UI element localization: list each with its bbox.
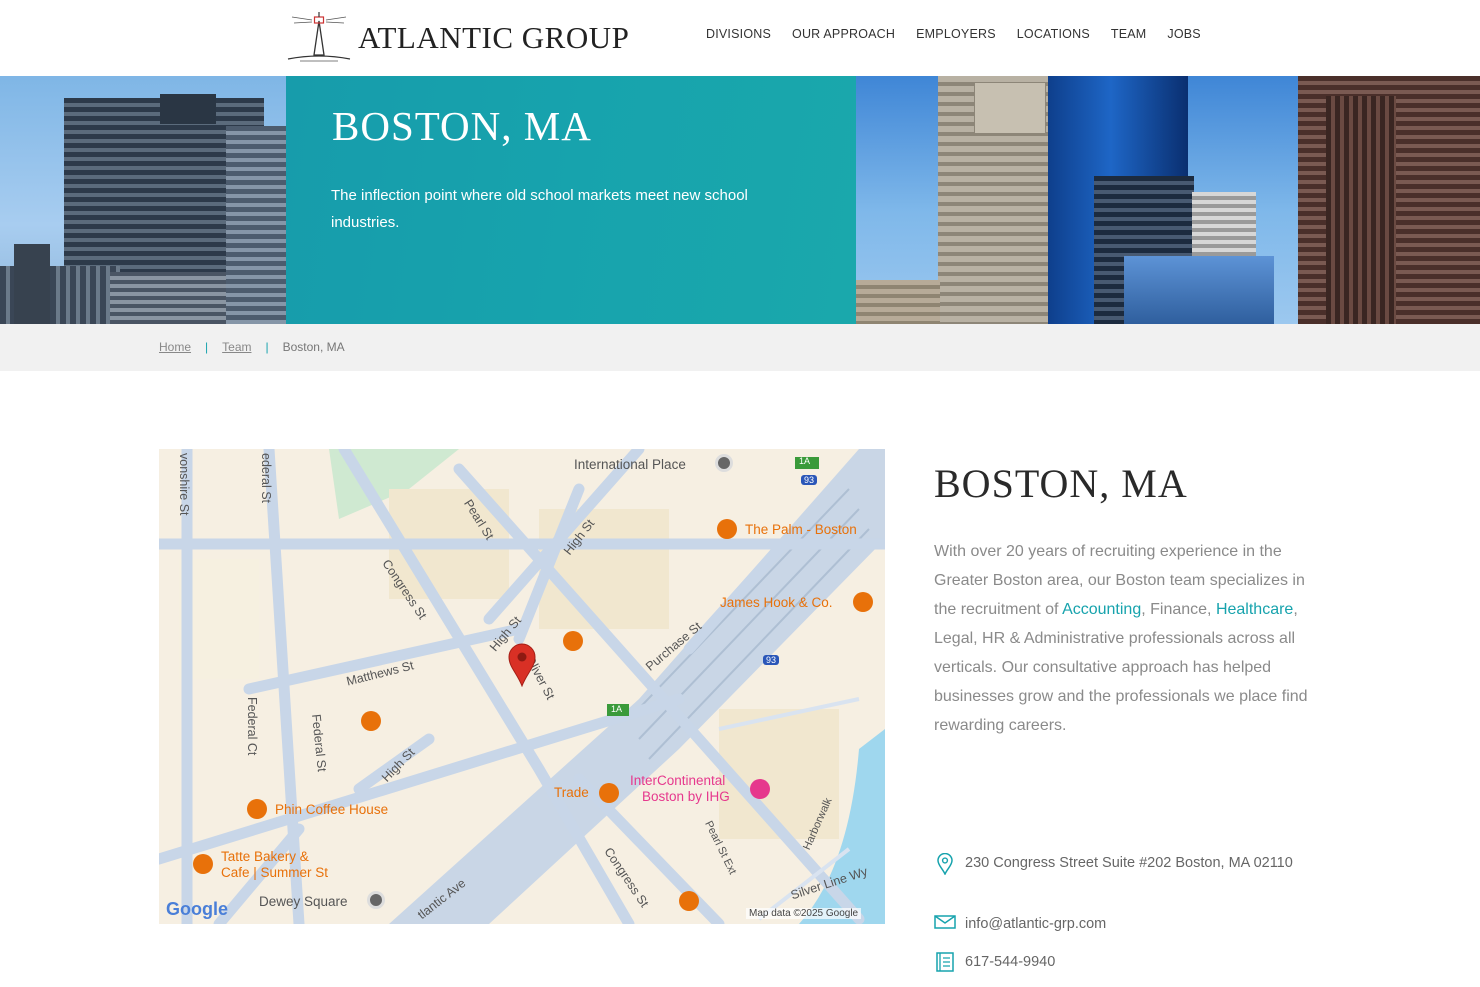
hero-panel: BOSTON, MA The inflection point where ol… [286,76,856,324]
nav-team[interactable]: TEAM [1111,27,1147,41]
nav-locations[interactable]: LOCATIONS [1017,27,1090,41]
map-label-tatte-bakery[interactable]: Tatte Bakery & [221,849,309,864]
google-logo[interactable]: Google [166,899,228,920]
breadcrumb-home[interactable]: Home [159,340,191,354]
restaurant-icon [599,783,619,803]
transit-icon [715,454,733,472]
nav-divisions[interactable]: DIVISIONS [706,27,771,41]
map-label-tatte-bakery-line2[interactable]: Cafe | Summer St [221,865,328,880]
breadcrumb-separator: | [265,340,269,354]
description-text: , Legal, HR & Administrative professiona… [934,601,1308,734]
map-label-dewey-square[interactable]: Dewey Square [259,894,348,909]
map-label-the-palm[interactable]: The Palm - Boston [745,522,857,537]
hero-banner: BOSTON, MA The inflection point where ol… [0,76,1480,324]
hotel-icon [750,779,770,799]
contact-phone: 617-544-9940 [934,952,1055,972]
hero-title: BOSTON, MA [332,103,592,149]
map-attribution[interactable]: Map data ©2025 Google [746,908,862,919]
accounting-link[interactable]: Accounting [1062,601,1141,618]
address-text: 230 Congress Street Suite #202 Boston, M… [965,855,1293,871]
hero-subtitle: The inflection point where old school ma… [331,187,748,231]
logo-text: ATLANTIC GROUP [358,20,630,55]
nav-our-approach[interactable]: OUR APPROACH [792,27,895,41]
breadcrumb-bar: Home | Team | Boston, MA [0,324,1480,371]
breadcrumb-team[interactable]: Team [222,340,251,354]
location-description: With over 20 years of recruiting experie… [934,537,1324,740]
city-skyline-image-left [0,76,286,324]
transit-icon [367,891,385,909]
cafe-icon [247,799,267,819]
bar-icon [563,631,583,651]
envelope-icon [934,914,956,930]
logo[interactable]: ATLANTIC GROUP [286,8,629,66]
route-93-shield: 93 [801,475,818,485]
map-label-phin-coffee-house[interactable]: Phin Coffee House [275,802,388,817]
email-link[interactable]: info@atlantic-grp.com [965,914,1106,934]
contact-email: info@atlantic-grp.com [934,914,1106,934]
map-label-international-place[interactable]: International Place [574,457,686,472]
phone-book-icon [934,952,956,972]
nav-employers[interactable]: EMPLOYERS [916,27,996,41]
main-nav: DIVISIONS OUR APPROACH EMPLOYERS LOCATIO… [700,27,1222,41]
route-1a-shield: 1A [799,456,811,466]
map-label-intercontinental-line2[interactable]: Boston by IHG [642,789,730,804]
restaurant-icon [193,854,213,874]
street-label: Federal Ct [245,697,259,756]
map-label-james-hook[interactable]: James Hook & Co. [720,595,833,610]
lighthouse-logo-icon [287,12,351,62]
description-text: , Finance, [1141,601,1216,618]
route-93-shield: 93 [763,655,780,665]
restaurant-icon [853,592,873,612]
location-title: BOSTON, MA [934,461,1188,506]
healthcare-link[interactable]: Healthcare [1216,601,1293,618]
restaurant-icon [679,891,699,911]
phone-link[interactable]: 617-544-9940 [965,952,1055,972]
breadcrumb: Home | Team | Boston, MA [159,340,345,354]
street-label: ederal St [259,453,273,504]
contact-address: 230 Congress Street Suite #202 Boston, M… [934,853,1305,875]
breadcrumb-separator: | [205,340,209,354]
route-1a-shield: 1A [611,704,623,714]
map-label-intercontinental[interactable]: InterContinental [630,773,725,788]
map-pin-icon [934,853,956,875]
street-label: vonshire St [177,453,191,516]
restaurant-icon [361,711,381,731]
restaurant-icon [717,519,737,539]
google-map[interactable]: 1A 93 93 1A International Place The Palm… [159,449,885,924]
site-header: ATLANTIC GROUP DIVISIONS OUR APPROACH EM… [0,0,1480,76]
map-label-trade[interactable]: Trade [554,785,589,800]
city-skyline-image-right [856,76,1480,324]
location-pin-icon[interactable] [507,643,537,687]
breadcrumb-current: Boston, MA [282,340,345,354]
nav-jobs[interactable]: JOBS [1167,27,1200,41]
